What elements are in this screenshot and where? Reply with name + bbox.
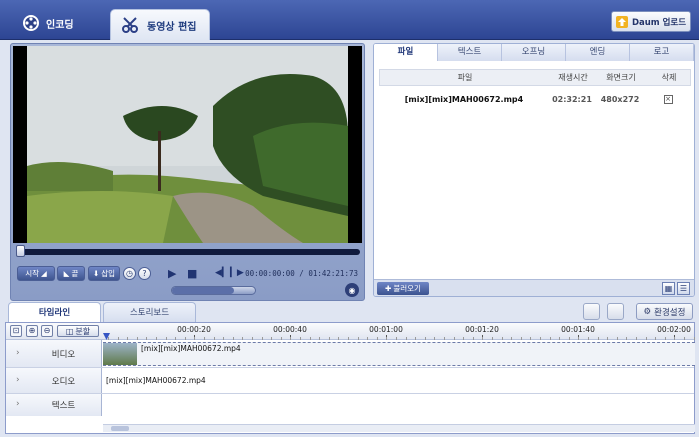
clock-button[interactable]: ◷ (123, 267, 136, 280)
clip-thumbnail (103, 343, 137, 365)
timeline-tabs: 타임라인 스토리보드 (8, 302, 196, 322)
list-view-icon[interactable]: ☰ (677, 282, 690, 295)
ruler-label: 00:02:00 (657, 325, 691, 334)
save-icon[interactable] (607, 303, 624, 320)
load-file-label: 불러오기 (393, 284, 421, 293)
file-duration: 02:32:21 (552, 94, 592, 104)
tab-video-edit-label: 동영상 편집 (147, 21, 197, 33)
ruler-label: 00:01:00 (369, 325, 403, 334)
volume-level (172, 287, 235, 294)
set-end-label: 끝 (71, 269, 79, 278)
total-time: 01:42:21:73 (308, 269, 358, 278)
time-readout: 00:00:00:00 / 01:42:21:73 (245, 269, 358, 278)
track-video: › 비디오 [mix][mix]MAH00672.mp4 (6, 340, 695, 368)
track-video-label[interactable]: › 비디오 (6, 340, 102, 367)
track-text-label[interactable]: › 텍스트 (6, 394, 102, 416)
tab-timeline[interactable]: 타임라인 (8, 302, 101, 322)
folder-icon[interactable] (583, 303, 600, 320)
file-resolution: 480x272 (600, 94, 640, 104)
tab-file[interactable]: 파일 (374, 44, 438, 61)
tab-text[interactable]: 텍스트 (438, 44, 502, 61)
settings-label: 환경설정 (654, 307, 686, 318)
seek-bar[interactable] (16, 245, 360, 257)
split-icon: ◫ (65, 326, 74, 336)
main-frame: 시작 ◢ ◣ 끝 ⬇ 삽입 ◷ ? ▶ ■ ◀▎ ▎▶ 00:00:00:00 … (0, 40, 699, 437)
video-preview[interactable] (13, 46, 362, 243)
video-frame-image (27, 46, 348, 243)
insert-button[interactable]: ⬇ 삽입 (88, 266, 120, 281)
tab-encode-label: 인코딩 (46, 19, 74, 31)
ruler-label: 00:01:40 (561, 325, 595, 334)
track-text: › 텍스트 (6, 394, 694, 416)
split-button[interactable]: ◫ 분할 (57, 325, 99, 337)
top-bar: 인코딩 동영상 편집 Daum 업로드 (0, 0, 699, 40)
help-button[interactable]: ? (138, 267, 151, 280)
stop-icon[interactable]: ■ (187, 267, 197, 280)
video-player-panel: 시작 ◢ ◣ 끝 ⬇ 삽입 ◷ ? ▶ ■ ◀▎ ▎▶ 00:00:00:00 … (10, 43, 365, 301)
prev-frame-icon[interactable]: ◀▎ (215, 268, 229, 278)
ruler-label: 00:00:40 (273, 325, 307, 334)
file-table-header: 파일 재생시간 화면크기 삭제 (379, 69, 691, 86)
plus-icon: ✚ (385, 284, 392, 293)
grid-view-icon[interactable]: ▦ (662, 282, 675, 295)
horizontal-scrollbar[interactable] (103, 424, 695, 432)
volume-slider[interactable] (171, 286, 256, 295)
file-panel-footer: ✚ 불러오기 ▦ ☰ (374, 279, 694, 296)
track-audio-label[interactable]: › 오디오 (6, 368, 102, 393)
split-label: 분할 (75, 326, 91, 336)
tab-ending[interactable]: 엔딩 (566, 44, 630, 61)
tab-encode[interactable]: 인코딩 (12, 8, 96, 38)
col-file[interactable]: 파일 (380, 70, 550, 85)
current-time: 00:00:00:00 (245, 269, 295, 278)
help-icon: ? (142, 269, 147, 278)
tab-storyboard[interactable]: 스토리보드 (103, 302, 196, 322)
play-icon[interactable]: ▶ (168, 267, 176, 280)
player-controls: 시작 ◢ ◣ 끝 ⬇ 삽입 ◷ ? ▶ ■ ◀▎ ▎▶ 00:00:00:00 … (15, 266, 360, 284)
video-clip-title: [mix][mix]MAH00672.mp4 (141, 344, 241, 353)
track-audio: › 오디오 [mix][mix]MAH00672.mp4 (6, 368, 694, 394)
timeline-toolbar: ⚙ 환경설정 (583, 303, 693, 320)
load-file-button[interactable]: ✚ 불러오기 (377, 282, 429, 295)
tab-opening[interactable]: 오프닝 (502, 44, 566, 61)
scrollbar-thumb[interactable] (111, 426, 129, 431)
insert-label: 삽입 (101, 269, 116, 278)
tab-logo[interactable]: 로고 (630, 44, 694, 61)
zoom-out-icon[interactable]: ⊖ (41, 325, 53, 337)
delete-checkbox[interactable]: × (663, 94, 673, 104)
zoom-in-icon[interactable]: ⊕ (26, 325, 38, 337)
timeline-panel: ⊡ ⊕ ⊖ ◫ 분할 00:00:20 00:00:40 00:01:00 00:01… (5, 322, 695, 434)
ruler-label: 00:00:20 (177, 325, 211, 334)
tab-video-edit[interactable]: 동영상 편집 (110, 9, 210, 40)
gear-icon: ⚙ (643, 306, 652, 317)
timeline-header: ⊡ ⊕ ⊖ ◫ 분할 00:00:20 00:00:40 00:01:00 00:01… (6, 323, 696, 340)
daum-upload-label: Daum 업로드 (631, 17, 687, 28)
file-panel: 파일 텍스트 오프닝 엔딩 로고 파일 재생시간 화면크기 삭제 [mix][m… (373, 43, 695, 297)
time-ruler[interactable]: 00:00:20 00:00:40 00:01:00 00:01:20 00:01:40… (103, 323, 696, 340)
fit-icon[interactable]: ⊡ (10, 325, 22, 337)
set-start-label: 시작 (25, 269, 40, 278)
speaker-icon[interactable]: ◉ (345, 283, 359, 297)
daum-upload-button[interactable]: Daum 업로드 (611, 11, 691, 32)
next-frame-icon[interactable]: ▎▶ (230, 268, 244, 278)
ruler-label: 00:01:20 (465, 325, 499, 334)
col-delete[interactable]: 삭제 (646, 70, 692, 85)
clock-icon: ◷ (126, 269, 133, 278)
settings-button[interactable]: ⚙ 환경설정 (636, 303, 693, 320)
upload-icon (615, 15, 628, 28)
col-size[interactable]: 화면크기 (596, 70, 646, 85)
audio-clip-title[interactable]: [mix][mix]MAH00672.mp4 (106, 376, 206, 385)
end-marker-icon: ◣ (63, 269, 70, 278)
start-marker-icon: ◢ (41, 269, 47, 278)
seek-handle[interactable] (16, 245, 25, 257)
file-panel-tabs: 파일 텍스트 오프닝 엔딩 로고 (374, 44, 694, 61)
film-reel-icon (23, 15, 39, 31)
insert-icon: ⬇ (92, 269, 100, 278)
table-row[interactable]: [mix][mix]MAH00672.mp4 02:32:21 480x272 … (379, 92, 691, 106)
file-name: [mix][mix]MAH00672.mp4 (404, 94, 524, 104)
set-end-button[interactable]: ◣ 끝 (57, 266, 85, 281)
video-clip[interactable]: [mix][mix]MAH00672.mp4 (103, 342, 695, 366)
scissors-icon (122, 17, 138, 33)
set-start-button[interactable]: 시작 ◢ (17, 266, 55, 281)
col-duration[interactable]: 재생시간 (550, 70, 596, 85)
